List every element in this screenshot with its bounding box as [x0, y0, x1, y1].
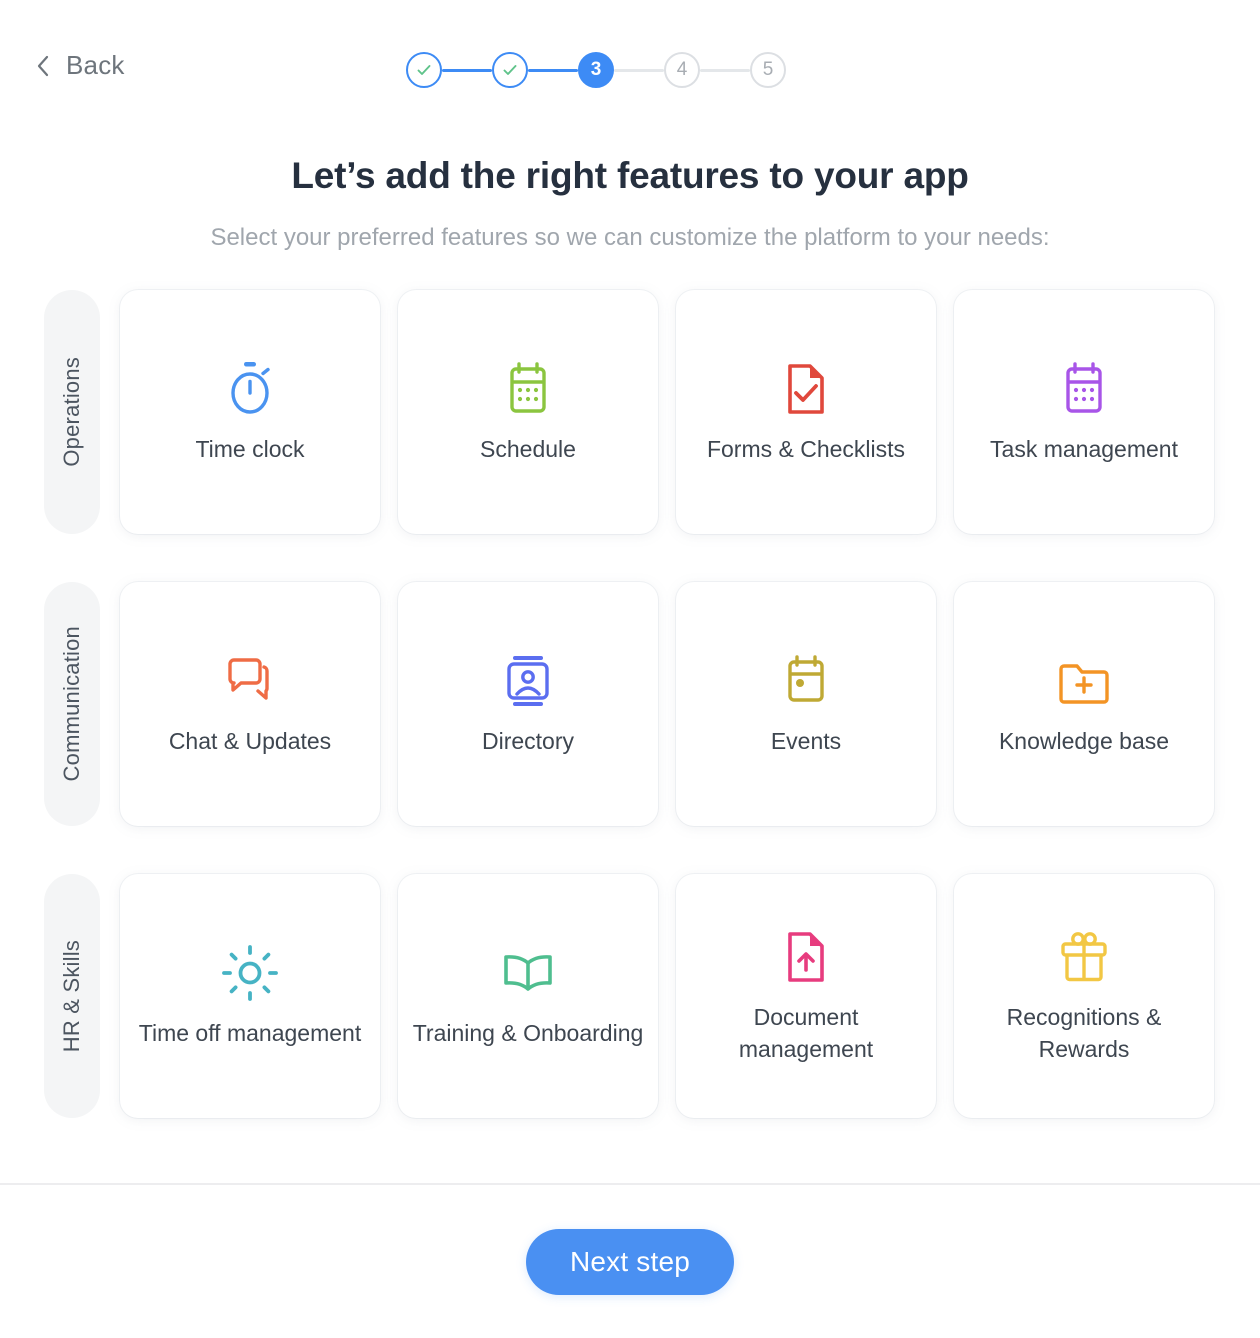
feature-card-time-clock[interactable]: Time clock [120, 290, 380, 534]
category-pill-hr-skills: HR & Skills [44, 874, 100, 1118]
feature-card-label: Knowledge base [998, 728, 1170, 755]
chevron-left-icon [36, 55, 50, 77]
feature-card-time-off-management[interactable]: Time off management [120, 874, 380, 1118]
next-step-button[interactable]: Next step [525, 1228, 735, 1295]
feature-card-label: Time clock [195, 436, 305, 463]
feature-card-label: Training & Onboarding [412, 1020, 644, 1047]
feature-card-label: Events [770, 728, 842, 755]
feature-card-label: Forms & Checklists [706, 436, 906, 463]
feature-groups: Operations Time clock Schedule Forms & C… [0, 290, 1260, 1118]
feature-group-hr-skills: HR & Skills Time off management Training… [0, 874, 1260, 1118]
sun-icon [221, 942, 279, 1004]
stepper-connector-3 [614, 68, 664, 72]
check-icon [501, 61, 519, 79]
category-label: Communication [59, 626, 84, 782]
feature-group-communication: Communication Chat & Updates Directory E… [0, 582, 1260, 826]
calendar-event-icon [779, 650, 833, 712]
feature-card-directory[interactable]: Directory [398, 582, 658, 826]
gift-icon [1056, 926, 1112, 988]
profile-card-icon [500, 650, 556, 712]
card-row: Time clock Schedule Forms & Checklists T… [120, 290, 1214, 534]
step-2[interactable] [492, 52, 528, 88]
stepper-connector-1 [442, 68, 492, 72]
page-title: Let’s add the right features to your app [291, 155, 969, 196]
step-4[interactable]: 4 [664, 52, 700, 88]
category-pill-operations: Operations [44, 290, 100, 534]
document-check-icon [781, 358, 831, 420]
document-upload-icon [781, 926, 831, 988]
feature-group-operations: Operations Time clock Schedule Forms & C… [0, 290, 1260, 534]
card-row: Chat & Updates Directory Events Knowledg… [120, 582, 1214, 826]
calendar-icon [501, 358, 555, 420]
step-1[interactable] [406, 52, 442, 88]
feature-card-label: Document management [738, 1004, 874, 1062]
category-label: HR & Skills [59, 939, 84, 1053]
category-label: Operations [59, 357, 84, 467]
feature-card-task-management[interactable]: Task management [954, 290, 1214, 534]
feature-card-events[interactable]: Events [676, 582, 936, 826]
stopwatch-icon [222, 358, 278, 420]
back-button[interactable]: Back [36, 50, 125, 81]
feature-card-document-management[interactable]: Document management [676, 874, 936, 1118]
step-5[interactable]: 5 [750, 52, 786, 88]
feature-card-chat-updates[interactable]: Chat & Updates [120, 582, 380, 826]
feature-card-label: Task management [990, 436, 1178, 463]
page-subtitle: Select your preferred features so we can… [210, 224, 1050, 251]
card-row: Time off management Training & Onboardin… [120, 874, 1214, 1118]
calendar-tasks-icon [1057, 358, 1111, 420]
feature-card-knowledge-base[interactable]: Knowledge base [954, 582, 1214, 826]
feature-card-label: Schedule [480, 436, 576, 463]
step-3[interactable]: 3 [578, 52, 614, 88]
folder-plus-icon [1055, 650, 1113, 712]
top-bar: Back 3 4 5 [0, 0, 1260, 130]
category-pill-communication: Communication [44, 582, 100, 826]
progress-stepper: 3 4 5 [406, 52, 786, 88]
feature-card-schedule[interactable]: Schedule [398, 290, 658, 534]
feature-card-forms-checklists[interactable]: Forms & Checklists [676, 290, 936, 534]
feature-card-recognitions-rewards[interactable]: Recognitions & Rewards [954, 874, 1214, 1118]
back-label: Back [66, 50, 125, 80]
stepper-connector-4 [700, 68, 750, 72]
stepper-connector-2 [528, 68, 578, 72]
feature-card-label: Directory [481, 728, 574, 755]
footer-bar: Next step [0, 1185, 1260, 1338]
open-book-icon [498, 942, 558, 1004]
feature-card-label: Recognitions & Rewards [1006, 1004, 1162, 1062]
feature-card-label: Chat & Updates [168, 728, 332, 755]
chat-bubbles-icon [222, 650, 278, 712]
check-icon [415, 61, 433, 79]
feature-card-training-onboarding[interactable]: Training & Onboarding [398, 874, 658, 1118]
feature-card-label: Time off management [138, 1020, 362, 1047]
onboarding-page: Back 3 4 5 Let’s add the right features … [0, 0, 1260, 1338]
